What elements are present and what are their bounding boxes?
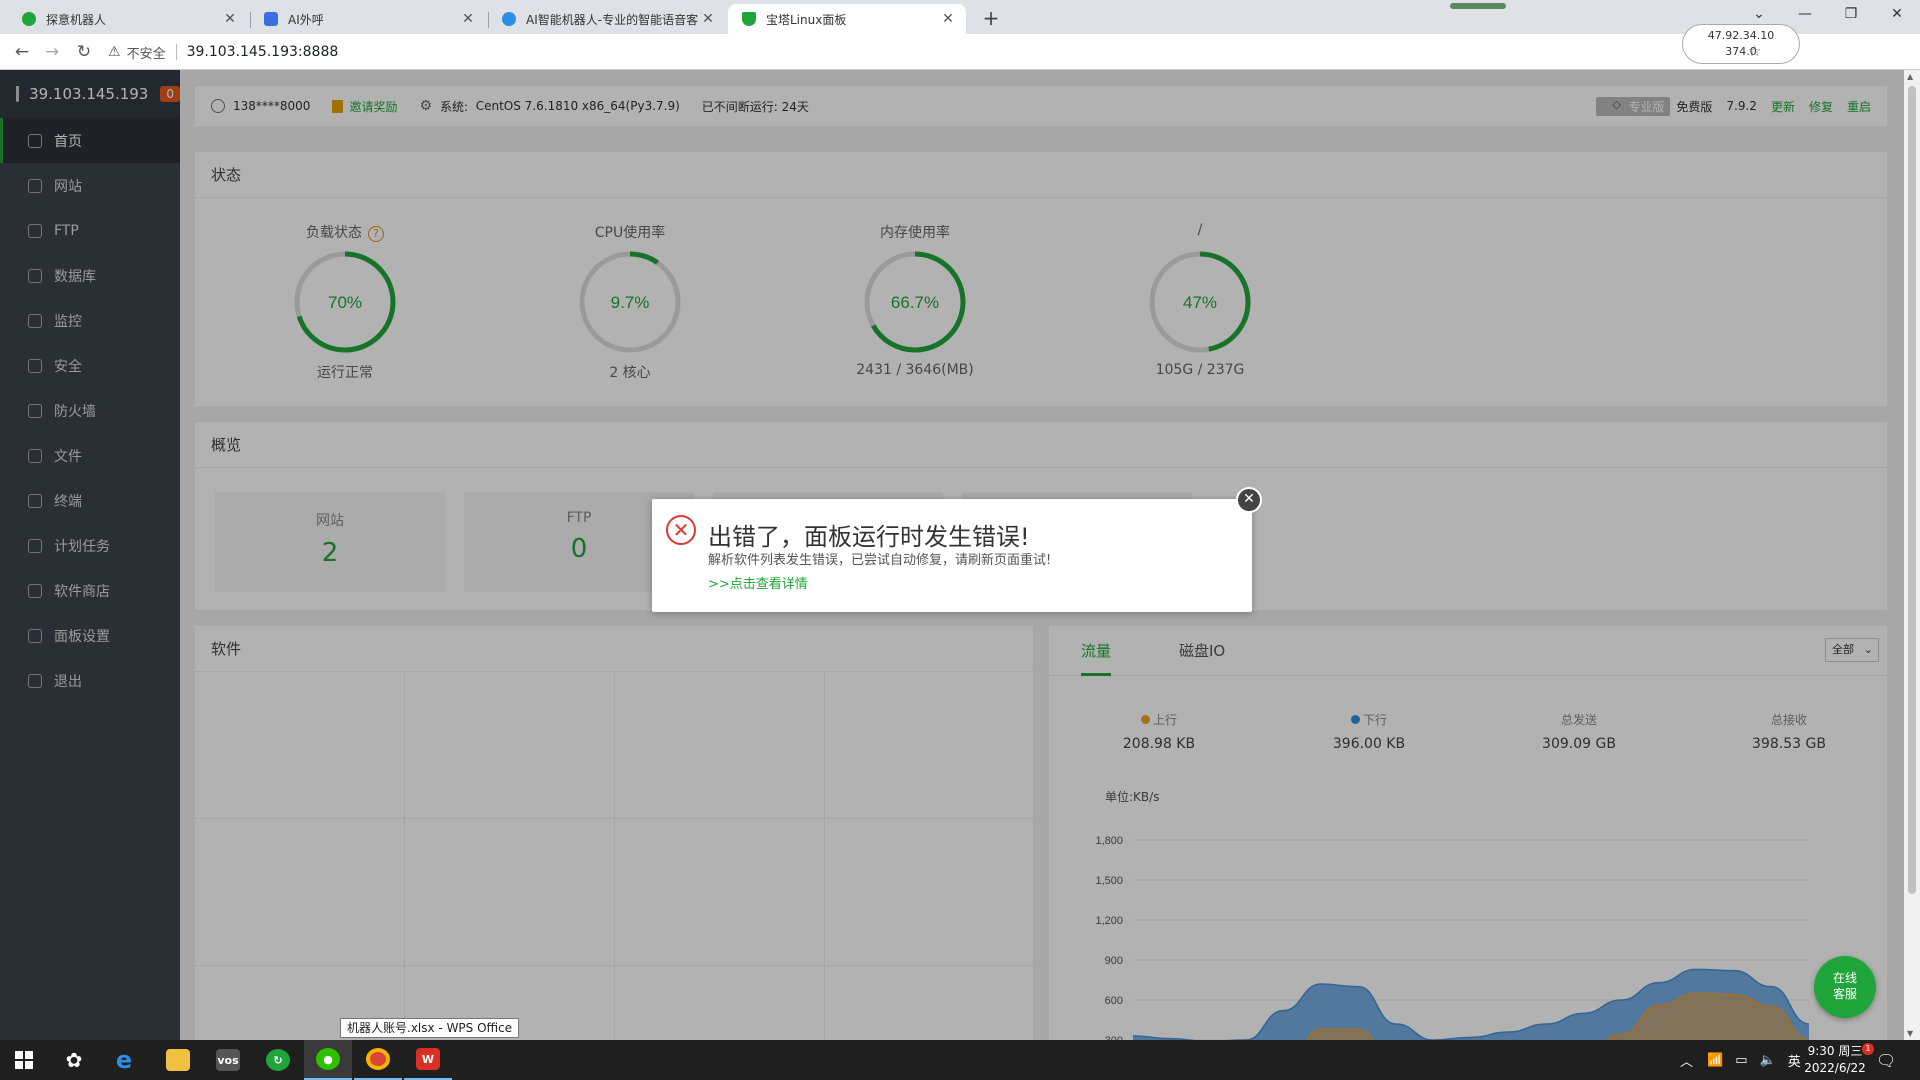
online-support-button[interactable]: 在线 客服	[1814, 956, 1876, 1018]
restore-button[interactable]: ❐	[1828, 0, 1874, 30]
ip-speed-widget[interactable]: 47.92.34.10 374.0	[1682, 24, 1800, 64]
battery-icon[interactable]: ▭	[1735, 1053, 1747, 1068]
network-icon[interactable]: 📶	[1707, 1053, 1723, 1068]
tray-expand-icon[interactable]: ︿	[1680, 1051, 1693, 1070]
error-x-icon: ✕	[666, 515, 696, 545]
taskbar-wechat-icon[interactable]: ●	[304, 1040, 352, 1080]
tab-close-icon[interactable]: ✕	[700, 11, 716, 27]
tab-close-icon[interactable]: ✕	[460, 11, 476, 27]
taskbar-green-app-icon[interactable]: ↻	[254, 1040, 302, 1080]
view-details-link[interactable]: >>点击查看详情	[708, 573, 808, 592]
taskbar-app-fan-icon[interactable]: ✿	[50, 1040, 98, 1080]
address-bar: ← → ↻ ⚠ 不安全 39.103.145.193:8888 ● 更新 ⋮	[0, 34, 1920, 98]
tab-favicon-icon	[264, 12, 278, 26]
tab-favicon-icon	[742, 12, 756, 26]
tab-ai-robot[interactable]: AI智能机器人-专业的智能语音客 ✕	[488, 4, 726, 34]
volume-icon[interactable]: 🔈	[1760, 1053, 1776, 1068]
warning-triangle-icon: ⚠	[108, 44, 121, 60]
windows-taskbar: ✿ e vos ↻ ● W ︿ 📶 ▭ 🔈 英 9:30 周三 2022/6/2…	[0, 1040, 1920, 1080]
taskbar-clock[interactable]: 9:30 周三 2022/6/22 1	[1790, 1043, 1880, 1077]
action-center-icon[interactable]: 🗨	[1876, 1040, 1896, 1080]
tab-favicon-icon	[22, 12, 36, 26]
scroll-thumb[interactable]	[1908, 86, 1916, 894]
taskbar-vos-icon[interactable]: vos	[204, 1040, 252, 1080]
scroll-down-icon[interactable]: ▼	[1907, 1029, 1913, 1038]
close-window-button[interactable]: ✕	[1874, 0, 1920, 30]
tab-ai-outbound[interactable]: AI外呼 ✕	[250, 4, 486, 34]
browser-tab-bar: 探意机器人 ✕ AI外呼 ✕ AI智能机器人-专业的智能语音客 ✕ 宝塔Linu…	[0, 0, 1920, 34]
system-tray: ︿ 📶 ▭ 🔈 英	[1680, 1040, 1801, 1080]
tab-baota-panel[interactable]: 宝塔Linux面板 ✕	[728, 4, 966, 34]
start-windows-icon[interactable]	[0, 1040, 48, 1080]
reload-icon[interactable]: ↻	[72, 40, 96, 64]
forward-arrow-icon[interactable]: →	[40, 40, 64, 64]
page-scrollbar[interactable]: ▲ ▼	[1904, 70, 1920, 1040]
tab-favicon-icon	[502, 12, 516, 26]
error-description: 解析软件列表发生错误，已尝试自动修复，请刷新页面重试!	[708, 553, 1052, 568]
bookmark-star-icon[interactable]: ☆	[1748, 42, 1761, 60]
notification-badge: 1	[1862, 1043, 1874, 1055]
tab-close-icon[interactable]: ✕	[940, 11, 956, 27]
error-title: 出错了，面板运行时发生错误!	[708, 523, 1030, 551]
new-tab-button[interactable]: +	[978, 6, 1004, 32]
tab-close-icon[interactable]: ✕	[222, 11, 238, 27]
taskbar-tooltip: 机器人账号.xlsx - WPS Office	[340, 1018, 520, 1038]
taskbar-explorer-icon[interactable]	[154, 1040, 202, 1080]
url-field[interactable]: ⚠ 不安全 39.103.145.193:8888	[108, 39, 1668, 65]
back-arrow-icon[interactable]: ←	[10, 40, 34, 64]
download-progress-indicator	[1450, 3, 1506, 9]
tab-tanyi-robot[interactable]: 探意机器人 ✕	[8, 4, 248, 34]
taskbar-wps-icon[interactable]: W	[404, 1040, 452, 1080]
scroll-up-icon[interactable]: ▲	[1907, 72, 1913, 81]
close-dialog-button[interactable]: ✕	[1236, 487, 1262, 513]
taskbar-chrome-icon[interactable]	[354, 1040, 402, 1080]
error-dialog: ✕ 出错了，面板运行时发生错误! 解析软件列表发生错误，已尝试自动修复，请刷新页…	[652, 487, 1262, 612]
taskbar-ie-icon[interactable]: e	[100, 1040, 148, 1080]
